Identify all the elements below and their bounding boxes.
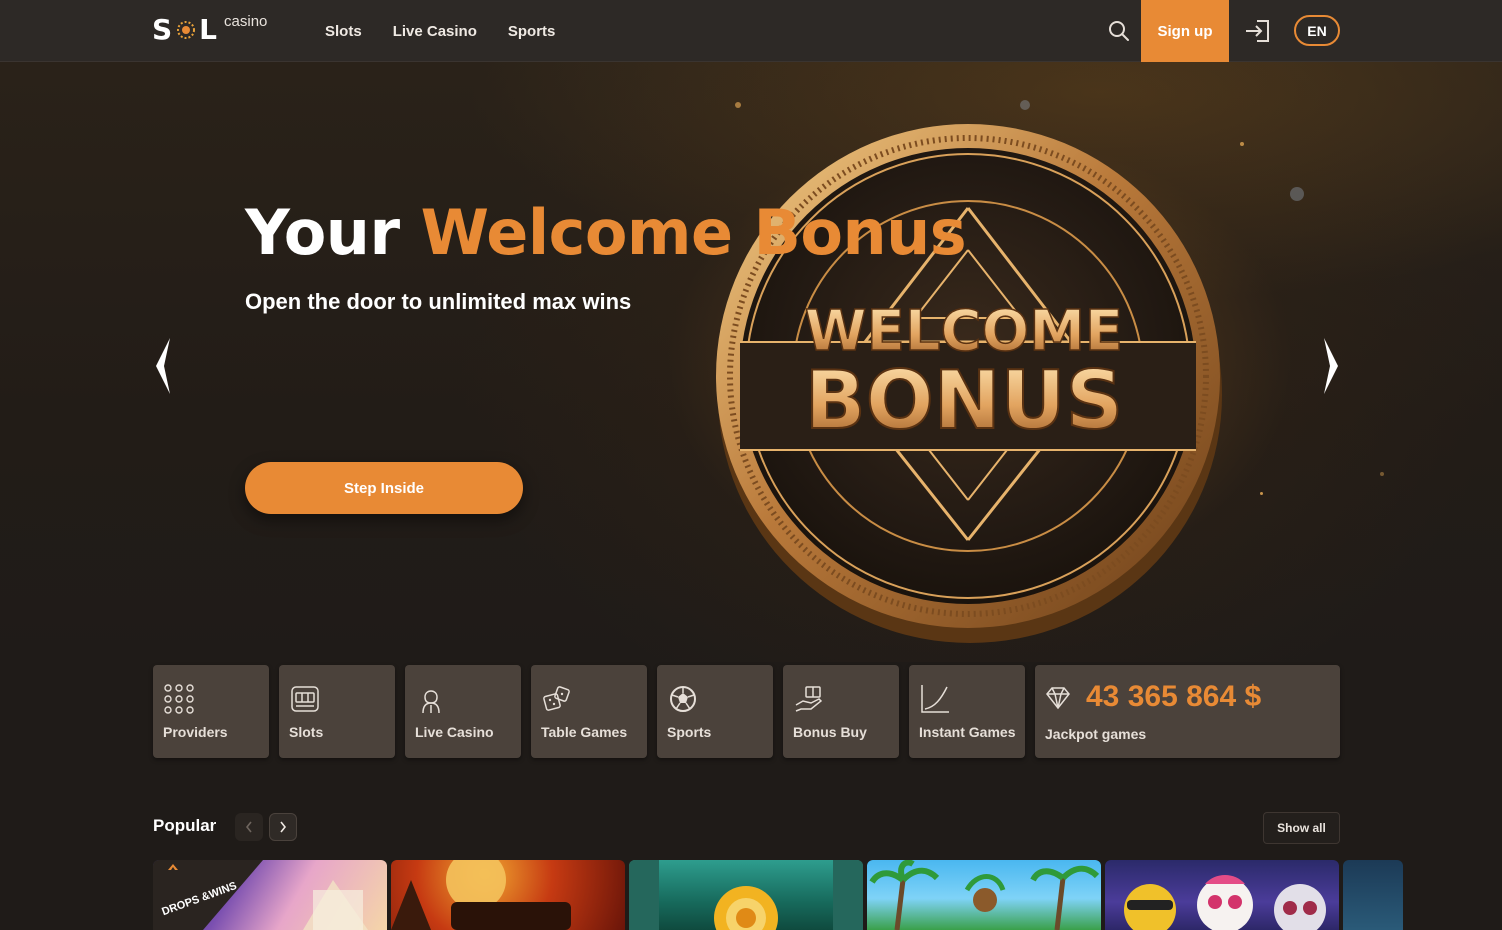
- sun-icon: [177, 21, 196, 39]
- step-inside-button[interactable]: Step Inside: [245, 462, 523, 514]
- coin-line-2: BONUS: [805, 354, 1124, 447]
- signup-button[interactable]: Sign up: [1141, 0, 1229, 62]
- category-slots[interactable]: Slots: [279, 665, 395, 758]
- hero-banner: WELCOME BONUS Your Welcome Bonus Open th…: [0, 62, 1502, 662]
- game-card[interactable]: [629, 860, 863, 930]
- popular-games-row: DROPS &WINS: [153, 860, 1502, 930]
- category-instant-games[interactable]: Instant Games: [909, 665, 1025, 758]
- login-icon[interactable]: [1243, 18, 1271, 44]
- category-sports[interactable]: Sports: [657, 665, 773, 758]
- popular-next-button[interactable]: [269, 813, 297, 841]
- category-label: Providers: [163, 724, 228, 740]
- search-icon[interactable]: [1106, 18, 1132, 44]
- slot-machine-icon: [291, 686, 319, 712]
- jackpot-amount: 43 365 864 $: [1086, 680, 1262, 713]
- sparkle: [1260, 492, 1263, 495]
- game-card[interactable]: [1343, 860, 1403, 930]
- hero-title: Your Welcome Bonus: [245, 196, 967, 269]
- show-all-button[interactable]: Show all: [1263, 812, 1340, 844]
- popular-heading: Popular: [153, 816, 217, 835]
- category-label: Slots: [289, 724, 324, 740]
- game-art: [1124, 875, 1326, 930]
- category-label: Live Casino: [415, 724, 494, 740]
- top-header: S L casino Slots Live Casino Sports Sign…: [0, 0, 1502, 62]
- sparkle: [1020, 100, 1030, 110]
- category-bar: Providers Slots Live Casino Table Games …: [153, 665, 1025, 758]
- game-card[interactable]: [867, 860, 1101, 930]
- dealer-icon: [422, 690, 440, 714]
- game-art: DROPS &WINS: [153, 860, 368, 930]
- carousel-next-icon[interactable]: [1318, 334, 1344, 398]
- game-card[interactable]: DROPS &WINS: [153, 860, 387, 930]
- nav-sports[interactable]: Sports: [508, 23, 556, 40]
- grid-dots-icon: [164, 684, 194, 714]
- jackpot-tile[interactable]: 43 365 864 $ Jackpot games: [1035, 665, 1340, 758]
- game-card[interactable]: [1105, 860, 1339, 930]
- logo[interactable]: S L casino: [152, 12, 267, 48]
- logo-wordmark: S L: [152, 13, 219, 46]
- nav-slots[interactable]: Slots: [325, 23, 362, 40]
- diamond-icon: [1046, 687, 1070, 710]
- game-art: [869, 860, 1100, 930]
- main-nav: Slots Live Casino Sports: [325, 0, 555, 62]
- logo-suffix: casino: [224, 13, 268, 30]
- jackpot-label: Jackpot games: [1045, 726, 1147, 742]
- hand-gift-icon: [795, 686, 823, 712]
- game-art: [391, 860, 571, 930]
- category-label: Instant Games: [919, 724, 1016, 740]
- sparkle: [1380, 472, 1384, 476]
- category-bonus-buy[interactable]: Bonus Buy: [783, 665, 899, 758]
- hero-subtitle: Open the door to unlimited max wins: [245, 289, 632, 314]
- soccer-ball-icon: [670, 686, 696, 712]
- chevron-left-icon: [245, 821, 252, 833]
- dice-icon: [543, 686, 570, 711]
- category-providers[interactable]: Providers: [153, 665, 269, 758]
- language-button[interactable]: EN: [1294, 15, 1340, 46]
- game-card[interactable]: [391, 860, 625, 930]
- hero-title-accent: Welcome Bonus: [420, 196, 967, 269]
- sparkle: [1290, 187, 1304, 201]
- category-label: Sports: [667, 724, 712, 740]
- chevron-right-icon: [280, 821, 287, 833]
- rising-curve-icon: [921, 685, 949, 713]
- sparkle: [1240, 142, 1244, 146]
- carousel-prev-icon[interactable]: [150, 334, 176, 398]
- nav-live-casino[interactable]: Live Casino: [393, 23, 477, 40]
- category-table-games[interactable]: Table Games: [531, 665, 647, 758]
- hero-title-part1: Your: [245, 196, 400, 269]
- category-live-casino[interactable]: Live Casino: [405, 665, 521, 758]
- category-label: Table Games: [541, 724, 628, 740]
- popular-prev-button[interactable]: [235, 813, 263, 841]
- welcome-bonus-coin: WELCOME BONUS: [716, 124, 1222, 643]
- game-art: [629, 860, 863, 930]
- sparkle: [735, 102, 741, 108]
- category-label: Bonus Buy: [793, 724, 867, 740]
